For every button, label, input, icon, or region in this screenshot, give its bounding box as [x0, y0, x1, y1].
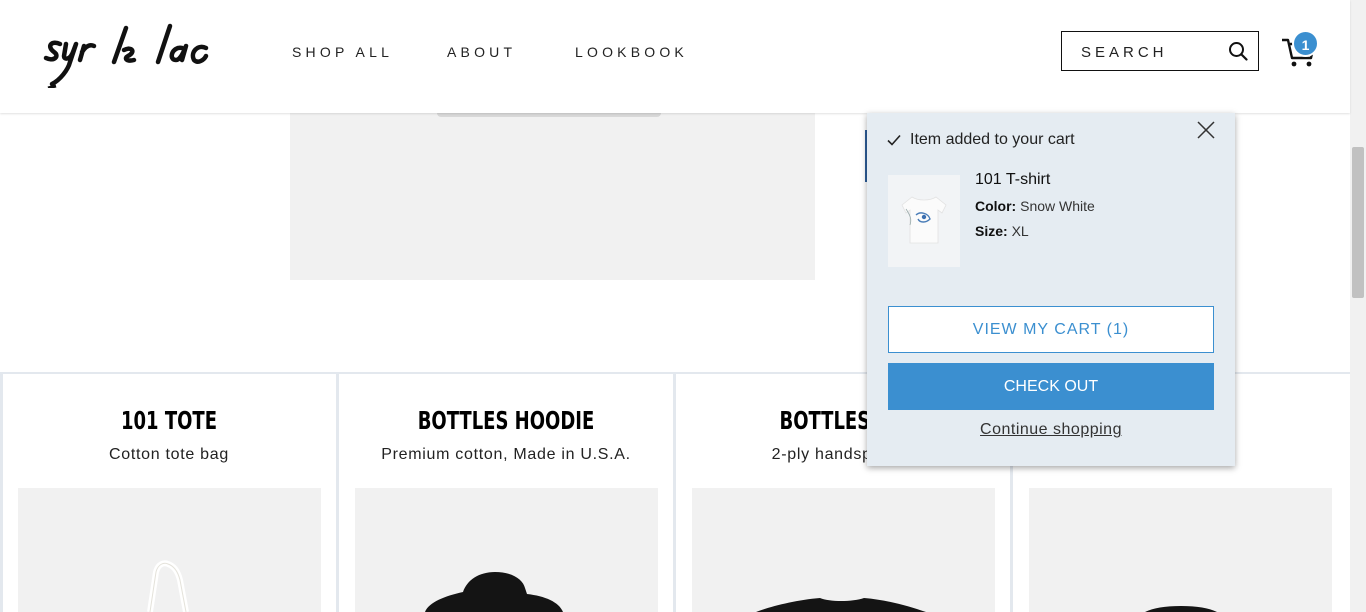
cart-item-thumbnail [888, 175, 960, 267]
product-image-background [290, 113, 815, 280]
tshirt-thumbnail-image [901, 196, 947, 244]
product-subtitle: Premium cotton, Made in U.S.A. [381, 446, 631, 463]
product-subtitle: Cotton tote bag [109, 446, 229, 463]
color-value: Snow White [1020, 198, 1095, 214]
size-label: Size: [975, 223, 1008, 239]
color-label: Color: [975, 198, 1017, 214]
product-image-hoodie[interactable] [355, 488, 658, 612]
cart-item-name: 101 T-shirt [975, 171, 1051, 188]
search-placeholder: SEARCH [1081, 44, 1168, 61]
nav-lookbook[interactable]: LOOKBOOK [575, 44, 688, 60]
close-icon[interactable] [1197, 121, 1215, 139]
card-separator [673, 374, 676, 612]
nav-about[interactable]: ABOUT [447, 44, 516, 60]
search-box[interactable]: SEARCH [1061, 31, 1259, 71]
cart-item-color: Color: Snow White [975, 198, 1095, 214]
hoodie-image [425, 572, 563, 612]
card-separator [0, 374, 3, 612]
cart-count-badge[interactable]: 1 [1292, 30, 1319, 57]
item-added-message: Item added to your cart [910, 131, 1075, 148]
nav-shop-all[interactable]: SHOP ALL [292, 44, 393, 60]
product-title-bottles-hoodie[interactable]: BOTTLES HOODIE [398, 406, 614, 435]
page-scrollbar[interactable] [1350, 0, 1366, 612]
product-4-image [1145, 606, 1217, 612]
scrollbar-thumb[interactable] [1352, 147, 1364, 298]
product-image-tshirt[interactable] [692, 488, 995, 612]
continue-shopping-link[interactable]: Continue shopping [867, 421, 1235, 439]
card-separator [336, 374, 339, 612]
size-value: XL [1011, 223, 1029, 239]
product-image-edge [437, 113, 661, 117]
product-image-tote[interactable] [18, 488, 321, 612]
search-icon[interactable] [1228, 41, 1248, 61]
sur-le-lac-logo[interactable] [40, 22, 210, 88]
cart-added-popup: Item added to your cart 101 T-shirt Colo… [867, 113, 1235, 466]
product-image-4[interactable] [1029, 488, 1332, 612]
tote-bag-image [147, 560, 189, 612]
checkmark-icon [887, 134, 901, 146]
site-header: SHOP ALL ABOUT LOOKBOOK SEARCH 1 [0, 0, 1350, 113]
cart-item-size: Size: XL [975, 223, 1029, 239]
tshirt-image [756, 598, 926, 612]
check-out-button[interactable]: CHECK OUT [888, 363, 1214, 410]
view-my-cart-button[interactable]: VIEW MY CART (1) [888, 306, 1214, 353]
product-title-101-tote[interactable]: 101 TOTE [61, 406, 277, 435]
